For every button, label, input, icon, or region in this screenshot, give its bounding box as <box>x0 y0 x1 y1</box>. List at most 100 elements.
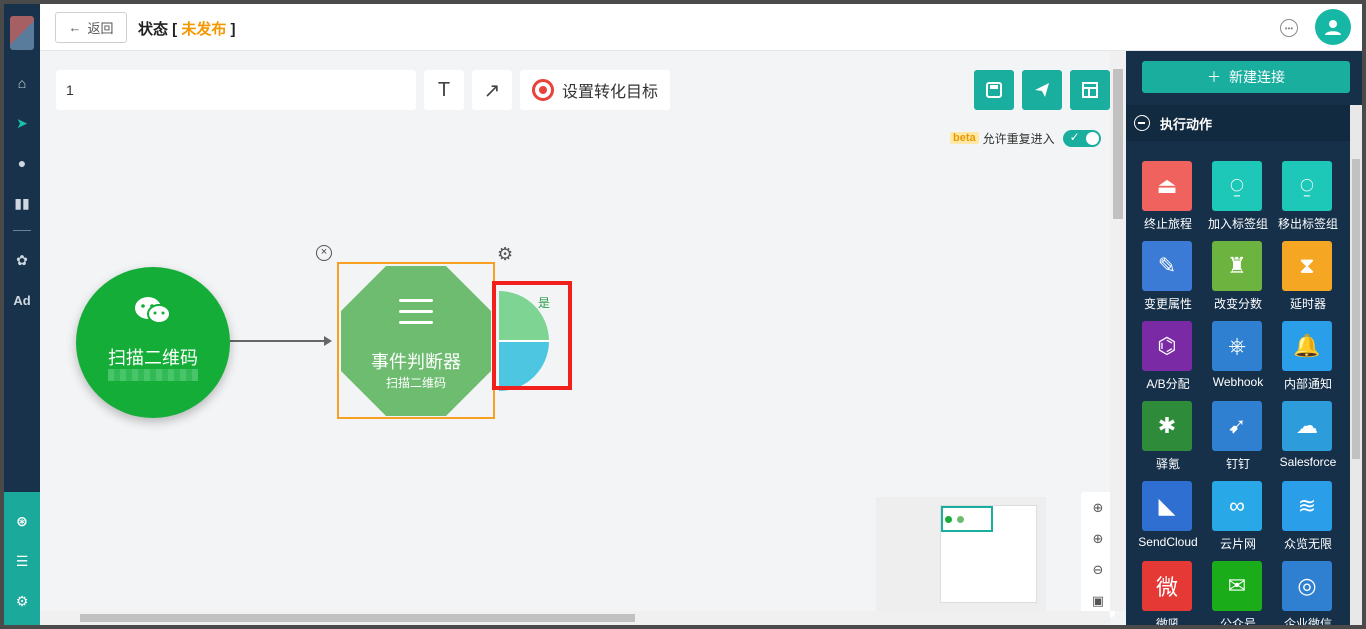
left-nav: ⌂ ➤ ● ▮▮ ✿ Ad ⊛ ☰ ⚙ <box>4 4 40 625</box>
action-tile-label: 众览无限 <box>1283 537 1332 551</box>
action-tile[interactable]: ✎ 变更属性 <box>1134 239 1204 319</box>
arrow-tool-button[interactable]: ↗ <box>472 70 512 110</box>
node-event-title: 事件判断器 <box>371 352 461 372</box>
highlight-box <box>492 281 572 390</box>
flow-name-input[interactable] <box>56 70 416 110</box>
action-tile[interactable]: ✱ 驿氪 <box>1134 399 1204 479</box>
action-tile[interactable]: ∞ 云片网 <box>1204 479 1274 559</box>
action-tile-label: 移出标签组 <box>1277 217 1338 231</box>
action-tile[interactable]: ≋ 众览无限 <box>1274 479 1344 559</box>
vhall-icon: 微 <box>1142 561 1192 611</box>
action-tile[interactable]: ⏏ 终止旅程 <box>1134 159 1204 239</box>
action-tile[interactable]: ✉ 公众号 <box>1204 559 1274 625</box>
new-connection-button[interactable]: ＋ 新建连接 <box>1142 61 1350 93</box>
stop-icon: ⏏ <box>1142 161 1192 211</box>
action-tile-label: 加入标签组 <box>1207 217 1268 231</box>
nav-ad-icon[interactable]: Ad <box>4 287 40 313</box>
scroll-thumb[interactable] <box>1352 159 1360 459</box>
nav-bottom-group: ⊛ ☰ ⚙ <box>4 492 40 625</box>
wechat-icon <box>133 295 173 334</box>
action-tile-label: 公众号 <box>1219 617 1256 625</box>
canvas-vertical-scrollbar[interactable] <box>1110 51 1126 611</box>
reentry-label: 允许重复进入 <box>982 131 1055 146</box>
user-minus-icon: ⍜ <box>1282 161 1332 211</box>
right-panel: ＋ 新建连接 执行动作 ⏏ 终止旅程 ⍜ 加入标签组 ⍜ 移出标签组 ✎ 变更属性 ♜ 改变分数 ⧗… <box>1126 51 1362 625</box>
scroll-thumb[interactable] <box>80 614 635 622</box>
close-icon[interactable]: × <box>316 245 332 261</box>
action-tile[interactable]: ♜ 改变分数 <box>1204 239 1274 319</box>
save-icon <box>986 82 1002 98</box>
action-tile-label: SendCloud <box>1138 535 1198 549</box>
ab-split-icon: ⌬ <box>1142 321 1192 371</box>
section-title: 执行动作 <box>1160 116 1213 132</box>
action-tile[interactable]: ⧗ 延时器 <box>1274 239 1344 319</box>
arrow-icon: ↗ <box>483 79 501 102</box>
layout-button[interactable] <box>1070 70 1110 110</box>
bell-icon: 🔔 <box>1282 321 1332 371</box>
back-button[interactable]: ← 返回 <box>55 12 127 43</box>
nav-chart-icon[interactable]: ▮▮ <box>4 190 40 216</box>
action-tile-label: Salesforce <box>1279 455 1337 469</box>
nav-home-icon[interactable]: ⌂ <box>4 70 40 96</box>
minimap-area <box>940 505 1037 603</box>
action-tile[interactable]: ➹ 钉钉 <box>1204 399 1274 479</box>
action-tile[interactable]: ◎ 企业微信 <box>1274 559 1344 625</box>
action-tile-label: 内部通知 <box>1283 377 1332 391</box>
action-tile[interactable]: ⍜ 加入标签组 <box>1204 159 1274 239</box>
action-tile-label: 延时器 <box>1289 297 1326 311</box>
action-tile[interactable]: ⌬ A/B分配 <box>1134 319 1204 399</box>
nav-wechat-icon[interactable]: ✿ <box>4 247 40 273</box>
chat-icon[interactable]: ••• <box>1280 19 1298 37</box>
action-tile[interactable]: 🔔 内部通知 <box>1274 319 1344 399</box>
flow-canvas[interactable]: T ↗ 设置转化目标 beta 允许重复进入 ✓ 扫描二维码 <box>40 51 1126 625</box>
action-tile[interactable]: ◣ SendCloud <box>1134 479 1204 559</box>
text-tool-button[interactable]: T <box>424 70 464 110</box>
reentry-toggle[interactable]: ✓ <box>1062 129 1101 147</box>
node-event-judge[interactable]: 事件判断器 扫描二维码 <box>341 266 491 416</box>
nav-server-icon[interactable]: ☰ <box>4 548 40 574</box>
hourglass-icon: ⧗ <box>1282 241 1332 291</box>
action-tile-label: A/B分配 <box>1146 377 1190 391</box>
scroll-thumb[interactable] <box>1113 69 1123 219</box>
status-value: 未发布 <box>181 21 227 38</box>
nav-network-icon[interactable]: ⊛ <box>4 508 40 534</box>
avatar[interactable] <box>1315 9 1351 45</box>
webhook-icon: ⎈ <box>1212 321 1262 371</box>
yunpian-icon: ∞ <box>1212 481 1262 531</box>
arrow-left-icon: ← <box>68 20 82 35</box>
user-icon <box>1325 20 1341 35</box>
node-scan-qr-title: 扫描二维码 <box>108 348 198 368</box>
action-tile[interactable]: ⎈ Webhook <box>1204 319 1274 399</box>
action-tile-label: 改变分数 <box>1213 297 1262 311</box>
list-icon <box>399 299 433 327</box>
minimap-node <box>957 516 964 523</box>
sendcloud-icon: ◣ <box>1142 481 1192 531</box>
new-connection-label: 新建连接 <box>1229 69 1285 85</box>
canvas-horizontal-scrollbar[interactable] <box>40 611 1110 625</box>
user-plus-icon: ⍜ <box>1212 161 1262 211</box>
nav-user-icon[interactable]: ● <box>4 150 40 176</box>
nav-send-icon[interactable]: ➤ <box>4 110 40 136</box>
gear-icon[interactable]: ⚙ <box>497 244 513 265</box>
set-goal-button[interactable]: 设置转化目标 <box>520 70 671 110</box>
flow-edge[interactable] <box>230 336 332 346</box>
target-icon <box>532 79 554 101</box>
edit-icon: ✎ <box>1142 241 1192 291</box>
action-tile-label: 云片网 <box>1219 537 1256 551</box>
node-event-judge-selection[interactable]: 事件判断器 扫描二维码 <box>337 262 495 419</box>
section-header-actions[interactable]: 执行动作 <box>1126 105 1350 141</box>
action-tile[interactable]: ☁ Salesforce <box>1274 399 1344 479</box>
minimap[interactable] <box>876 497 1046 611</box>
action-tile-label: 钉钉 <box>1225 457 1250 471</box>
action-tile-label: 微吼 <box>1155 617 1180 625</box>
save-button[interactable] <box>974 70 1014 110</box>
action-tile[interactable]: 微微吼 <box>1134 559 1204 625</box>
action-tile-label: 驿氪 <box>1155 457 1180 471</box>
text-icon: T <box>437 78 451 101</box>
action-tile-label: 企业微信 <box>1283 617 1332 625</box>
nav-settings-icon[interactable]: ⚙ <box>4 588 40 614</box>
action-tile[interactable]: ⍜ 移出标签组 <box>1274 159 1344 239</box>
publish-button[interactable] <box>1022 70 1062 110</box>
node-scan-qr[interactable]: 扫描二维码 <box>76 267 230 418</box>
panel-scrollbar[interactable] <box>1350 105 1362 625</box>
